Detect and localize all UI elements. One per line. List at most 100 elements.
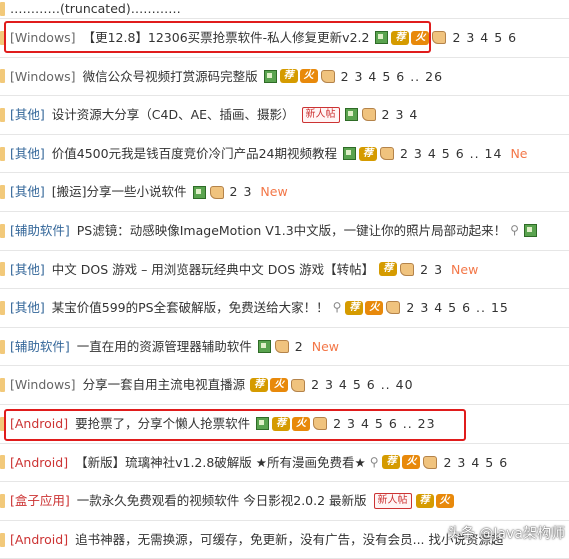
hot-icon: 火 [365,300,384,315]
folder-icon [0,455,5,470]
folder-icon [0,378,5,393]
thumb-icon [386,301,401,315]
thumb-icon [379,147,394,161]
category-tag[interactable]: [Android] [10,444,68,482]
thread-row-4[interactable]: [其他] 价值4500元我是钱百度竞价冷门产品24期视频教程 荐 2 3 4 5… [0,135,569,174]
category-tag[interactable]: [Android] [10,521,68,559]
category-tag[interactable]: [其他] [10,289,45,327]
new-user-post-badge: 新人帖 [373,492,412,509]
thread-row-10[interactable]: [Windows] 分享一套自用主流电视直播源 荐 火 2 3 4 5 6 ..… [0,366,569,405]
category-tag[interactable]: [其他] [10,173,45,211]
thread-title[interactable]: PS滤镜：动感映像ImageMotion V1.3中文版，一键让你的照片局部动起… [77,212,506,250]
category-tag[interactable]: [Windows] [10,366,76,404]
category-tag[interactable]: [Android] [10,405,68,443]
new-tag: New [311,338,339,354]
category-tag[interactable]: [辅助软件] [10,328,70,366]
thread-title[interactable]: 微信公众号视频打赏源码完整版 [83,58,258,96]
page-links[interactable]: 2 3 4 5 6 .. 14 [400,135,502,173]
thread-title[interactable]: 一直在用的资源管理器辅助软件 [77,328,252,366]
thread-title[interactable]: 价值4500元我是钱百度竞价冷门产品24期视频教程 [52,135,337,173]
image-icon [257,340,271,354]
thumb-icon [291,378,306,392]
page-links[interactable]: 2 3 4 [382,96,419,134]
recommend-icon: 荐 [391,30,410,45]
thread-row-1[interactable]: [Windows] 【更12.8】12306买票抢票软件-私人修复更新v2.2 … [0,19,569,58]
thumb-icon [209,185,224,199]
folder-icon [0,493,5,508]
page-links[interactable]: 2 3 4 5 6 .. 40 [311,366,413,404]
thread-title[interactable]: 设计资源大分享（C4D、AE、插画、摄影） [52,96,295,134]
new-tag: New [260,184,288,200]
recommend-icon: 荐 [415,493,434,508]
thread-row-13[interactable]: [盒子应用] 一款永久免费观看的视频软件 今日影视2.0.2 最新版 新人帖 荐… [0,482,569,521]
thread-row-6[interactable]: [辅助软件] PS滤镜：动感映像ImageMotion V1.3中文版，一键让你… [0,212,569,251]
thread-row-11[interactable]: [Android] 要抢票了，分享个懒人抢票软件 荐 火 2 3 4 5 6 .… [0,405,569,444]
new-user-post-badge: 新人帖 [301,106,340,123]
page-links[interactable]: 2 3 4 5 6 .. 15 [406,289,508,327]
page-links[interactable]: 2 3 [230,173,253,211]
thread-title[interactable]: 要抢票了，分享个懒人抢票软件 [75,405,250,443]
thread-title[interactable]: 【更12.8】12306买票抢票软件-私人修复更新v2.2 [83,19,370,57]
recommend-icon: 荐 [382,455,401,470]
image-icon [342,147,356,161]
image-icon [263,69,277,83]
thread-title[interactable]: 一款永久免费观看的视频软件 今日影视2.0.2 最新版 [77,482,367,520]
hot-icon: 火 [270,378,289,393]
image-icon [344,108,358,122]
watermark: 头条 @Java架构师 [446,526,565,542]
hot-icon: 火 [299,69,318,84]
thread-title[interactable]: 分享一套自用主流电视直播源 [83,366,246,404]
page-links[interactable]: 2 [295,328,304,366]
thread-row-12[interactable]: [Android] 【新版】琉璃神社v1.2.8破解版 ★所有漫画免费看★ ⚲ … [0,444,569,483]
hot-icon: 火 [292,416,311,431]
image-icon [523,224,537,238]
thumb-icon [432,31,447,45]
thumb-icon [423,455,438,469]
attachment-icon: ⚲ [369,454,379,469]
recommend-icon: 荐 [358,146,377,161]
page-links[interactable]: 2 3 4 5 6 [452,19,517,57]
thread-row-7[interactable]: [其他] 中文 DOS 游戏 – 用浏览器玩经典中文 DOS 游戏【转帖】 荐 … [0,251,569,290]
thread-title[interactable]: [搬运]分享一些小说软件 [52,173,187,211]
recommend-icon: 荐 [279,69,298,84]
folder-icon [0,416,5,431]
page-links[interactable]: 2 3 4 5 6 .. 23 [333,405,435,443]
recommend-icon: 荐 [379,262,398,277]
category-tag[interactable]: [其他] [10,135,45,173]
folder-icon [0,30,5,45]
thumb-icon [320,69,335,83]
folder-icon [0,69,5,84]
thread-row-0[interactable]: …………(truncated)………… [0,0,569,19]
folder-icon [0,107,5,122]
category-tag[interactable]: [Windows] [10,19,76,57]
category-tag[interactable]: [盒子应用] [10,482,70,520]
category-tag[interactable]: [辅助软件] [10,212,70,250]
thread-row-8[interactable]: [其他] 某宝价值599的PS全套破解版，免费送给大家！！ ⚲ 荐 火 2 3 … [0,289,569,328]
recommend-icon: 荐 [272,416,291,431]
category-tag[interactable]: [Windows] [10,58,76,96]
folder-icon [0,262,5,277]
thumb-icon [313,417,328,431]
thread-title[interactable]: 【新版】琉璃神社v1.2.8破解版 ★所有漫画免费看★ [75,444,366,482]
page-links[interactable]: 2 3 4 5 6 .. 26 [341,58,443,96]
thread-title[interactable]: …………(truncated)………… [10,2,181,15]
thread-row-2[interactable]: [Windows] 微信公众号视频打赏源码完整版 荐 火 2 3 4 5 6 .… [0,58,569,97]
hot-icon: 火 [402,455,421,470]
folder-icon [0,300,5,315]
page-links[interactable]: 2 3 [420,251,443,289]
page-links[interactable]: 2 3 4 5 6 [443,444,508,482]
thread-title[interactable]: 追书神器，无需换源，可缓存，免更新，没有广告，没有会员... 找小说资源超 [75,521,503,559]
thumb-icon [361,108,376,122]
folder-icon [0,146,5,161]
thread-title[interactable]: 某宝价值599的PS全套破解版，免费送给大家！！ [52,289,329,327]
folder-icon [0,185,5,200]
thread-title[interactable]: 中文 DOS 游戏 – 用浏览器玩经典中文 DOS 游戏【转帖】 [52,251,374,289]
folder-icon [0,223,5,238]
thread-row-5[interactable]: [其他] [搬运]分享一些小说软件 2 3 New [0,173,569,212]
thread-row-9[interactable]: [辅助软件] 一直在用的资源管理器辅助软件 2 New [0,328,569,367]
category-tag[interactable]: [其他] [10,96,45,134]
category-tag[interactable]: [其他] [10,251,45,289]
thread-row-3[interactable]: [其他] 设计资源大分享（C4D、AE、插画、摄影） 新人帖 2 3 4 [0,96,569,135]
image-icon [192,185,206,199]
image-icon [256,417,270,431]
